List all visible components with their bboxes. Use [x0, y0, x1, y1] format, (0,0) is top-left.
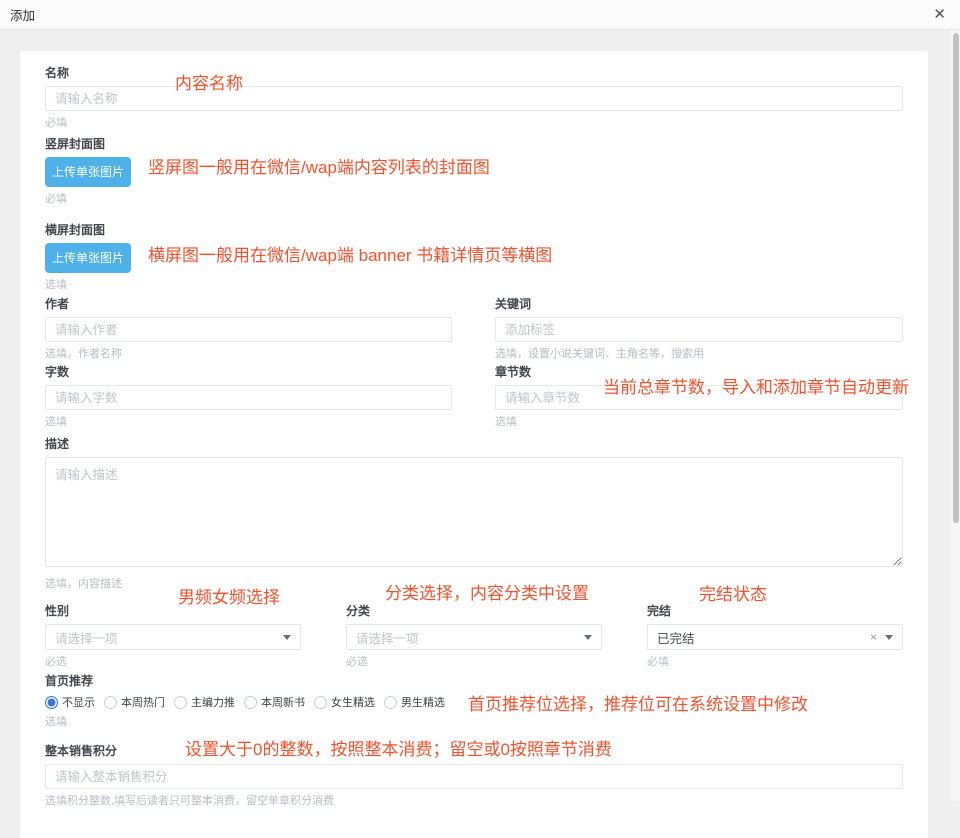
radio-unchecked-icon — [174, 696, 187, 709]
radio-option-label: 女生精选 — [331, 694, 375, 710]
gender-select[interactable]: 请选择一项 — [45, 624, 301, 650]
word-count-input[interactable] — [45, 385, 452, 410]
field-finished: 完结 已完结 × 必填 — [647, 603, 903, 669]
homepage-rec-annotation: 首页推荐位选择，推荐位可在系统设置中修改 — [468, 690, 808, 715]
word-count-helper: 选填 — [45, 415, 452, 429]
clear-icon[interactable]: × — [870, 631, 877, 643]
name-helper: 必填 — [45, 116, 903, 130]
finished-select-value: 已完结 — [657, 628, 870, 647]
chevron-down-icon — [283, 635, 291, 640]
field-gender: 性别 请选择一项 必选 — [45, 603, 301, 669]
radio-option-label: 本周新书 — [261, 694, 305, 710]
radio-checked-icon — [45, 696, 58, 709]
book-points-input[interactable] — [45, 764, 903, 789]
field-book-points: 整本销售积分 选填积分整数,填写后读者只可整本消费，留空单章积分消费 设置大于0… — [45, 743, 903, 808]
gender-select-placeholder: 请选择一项 — [55, 628, 283, 647]
scrollbar-thumb[interactable] — [953, 33, 959, 523]
portrait-cover-label: 竖屏封面图 — [45, 136, 903, 152]
field-word-count: 字数 选填 — [45, 364, 452, 429]
keywords-input[interactable] — [495, 317, 903, 342]
field-keywords: 关键词 选填，设置小说关键词、主角名等，搜索用 — [495, 296, 903, 361]
radio-option-4[interactable]: 女生精选 — [314, 694, 375, 710]
dialog-background: 名称 必填 内容名称 竖屏封面图 上传单张图片 必填 竖屏图一般用在微信/wap… — [0, 30, 951, 801]
gender-label: 性别 — [45, 603, 301, 619]
field-category: 分类 请选择一项 必选 — [346, 603, 602, 669]
chevron-down-icon — [584, 635, 592, 640]
gender-helper: 必选 — [45, 655, 301, 669]
word-count-label: 字数 — [45, 364, 452, 380]
book-points-label: 整本销售积分 — [45, 743, 903, 759]
description-helper: 选填，内容描述 — [45, 577, 903, 591]
description-textarea[interactable] — [45, 457, 903, 567]
author-input[interactable] — [45, 317, 452, 342]
description-label: 描述 — [45, 436, 903, 452]
field-landscape-cover: 横屏封面图 上传单张图片 选填 横屏图一般用在微信/wap端 banner 书籍… — [45, 222, 903, 292]
row-words-chapters: 字数 选填 章节数 选填 当前总章节数，导入和添加章节自动更新 — [45, 364, 903, 429]
portrait-cover-helper: 必填 — [45, 192, 903, 206]
category-select-placeholder: 请选择一项 — [356, 628, 584, 647]
radio-option-3[interactable]: 本周新书 — [244, 694, 305, 710]
chapter-count-helper: 选填 — [495, 415, 903, 429]
landscape-cover-annotation: 横屏图一般用在微信/wap端 banner 书籍详情页等横图 — [148, 246, 552, 266]
chevron-down-icon — [885, 635, 893, 640]
radio-option-0[interactable]: 不显示 — [45, 694, 95, 710]
dialog-title: 添加 — [10, 5, 35, 24]
close-icon[interactable]: ✕ — [933, 7, 946, 22]
landscape-cover-helper: 选填 — [45, 278, 903, 292]
category-helper: 必选 — [346, 655, 602, 669]
homepage-rec-radio-group: 不显示 本周热门 主编力推 本周新书 女生精选 — [45, 694, 903, 710]
scrollbar-track[interactable] — [951, 30, 960, 801]
radio-option-label: 男生精选 — [401, 694, 445, 710]
author-helper: 选填，作者名称 — [45, 347, 452, 361]
row-author-keywords: 作者 选填，作者名称 关键词 选填，设置小说关键词、主角名等，搜索用 — [45, 296, 903, 361]
upload-landscape-button[interactable]: 上传单张图片 — [45, 243, 131, 273]
author-label: 作者 — [45, 296, 452, 312]
field-homepage-rec: 首页推荐 不显示 本周热门 主编力推 本周新书 — [45, 673, 903, 729]
radio-option-1[interactable]: 本周热门 — [104, 694, 165, 710]
category-select[interactable]: 请选择一项 — [346, 624, 602, 650]
homepage-rec-label: 首页推荐 — [45, 673, 903, 689]
radio-unchecked-icon — [104, 696, 117, 709]
chapter-count-label: 章节数 — [495, 364, 903, 380]
finished-select[interactable]: 已完结 × — [647, 624, 903, 650]
field-author: 作者 选填，作者名称 — [45, 296, 452, 361]
radio-option-2[interactable]: 主编力推 — [174, 694, 235, 710]
radio-option-label: 主编力推 — [191, 694, 235, 710]
field-name: 名称 必填 内容名称 — [45, 65, 903, 130]
homepage-rec-helper: 选填 — [45, 715, 903, 729]
finished-label: 完结 — [647, 603, 903, 619]
radio-option-label: 本周热门 — [121, 694, 165, 710]
upload-portrait-button[interactable]: 上传单张图片 — [45, 157, 131, 187]
name-input[interactable] — [45, 86, 903, 111]
keywords-label: 关键词 — [495, 296, 903, 312]
category-label: 分类 — [346, 603, 602, 619]
dialog-header: 添加 ✕ — [0, 0, 960, 30]
row-selects: 男频女频选择 分类选择，内容分类中设置 完结状态 性别 请选择一项 必选 分类 … — [45, 603, 903, 669]
finished-helper: 必填 — [647, 655, 903, 669]
radio-unchecked-icon — [384, 696, 397, 709]
field-portrait-cover: 竖屏封面图 上传单张图片 必填 竖屏图一般用在微信/wap端内容列表的封面图 — [45, 136, 903, 206]
field-chapter-count: 章节数 选填 当前总章节数，导入和添加章节自动更新 — [495, 364, 903, 429]
form-card: 名称 必填 内容名称 竖屏封面图 上传单张图片 必填 竖屏图一般用在微信/wap… — [20, 51, 928, 838]
keywords-helper: 选填，设置小说关键词、主角名等，搜索用 — [495, 347, 903, 361]
radio-unchecked-icon — [244, 696, 257, 709]
radio-option-label: 不显示 — [62, 694, 95, 710]
radio-unchecked-icon — [314, 696, 327, 709]
radio-option-5[interactable]: 男生精选 — [384, 694, 445, 710]
field-description: 描述 选填，内容描述 — [45, 436, 903, 591]
name-label: 名称 — [45, 65, 903, 81]
portrait-cover-annotation: 竖屏图一般用在微信/wap端内容列表的封面图 — [148, 158, 490, 178]
chapter-count-input[interactable] — [495, 385, 903, 410]
landscape-cover-label: 横屏封面图 — [45, 222, 903, 238]
book-points-helper: 选填积分整数,填写后读者只可整本消费，留空单章积分消费 — [45, 794, 903, 808]
